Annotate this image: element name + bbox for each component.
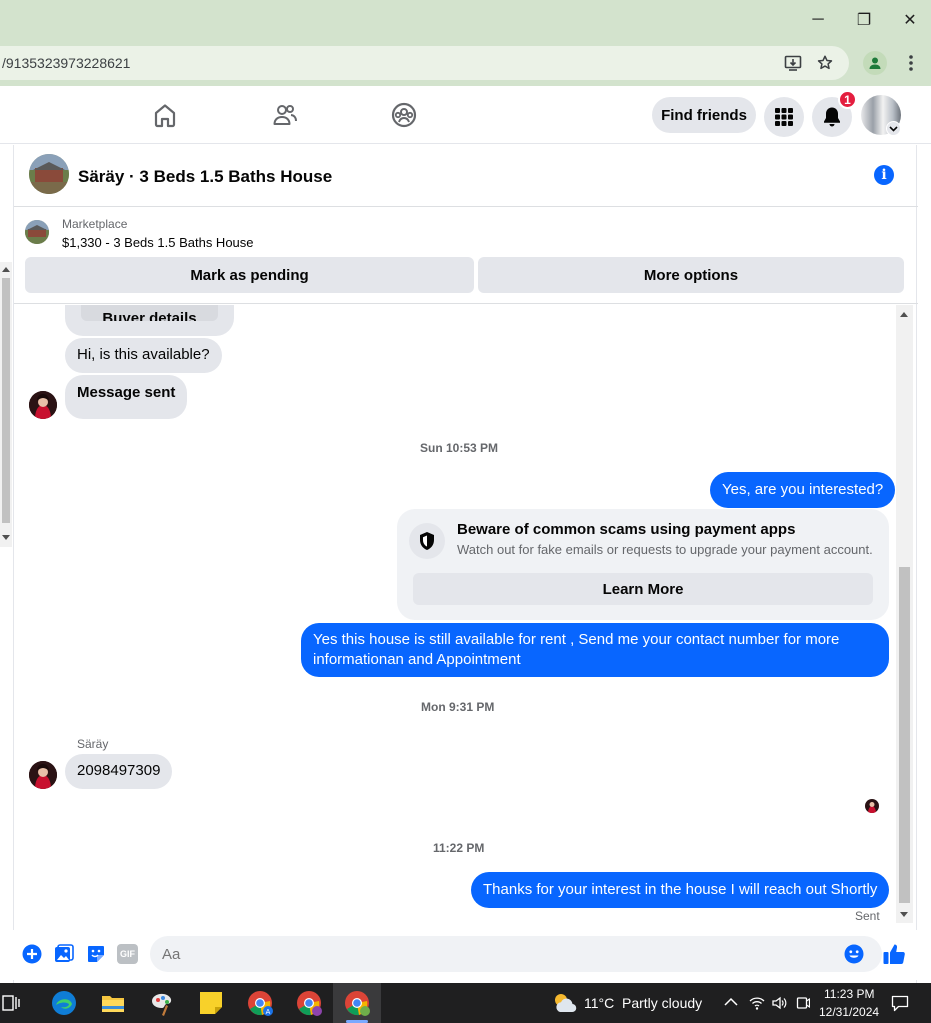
- chrome-profile-b-icon[interactable]: [295, 989, 323, 1017]
- chat-header: Säräy · 3 Beds 1.5 Baths House i: [14, 145, 918, 207]
- message-composer: GIF: [13, 930, 917, 980]
- groups-icon[interactable]: [391, 102, 417, 128]
- weather-description[interactable]: Partly cloudy: [622, 995, 702, 1011]
- clock-time[interactable]: 11:23 PM: [824, 987, 874, 1001]
- scroll-down-arrow-icon[interactable]: [900, 912, 908, 918]
- listing-description[interactable]: $1,330 - 3 Beds 1.5 Baths House: [62, 235, 254, 250]
- paint-app-icon[interactable]: [148, 989, 176, 1017]
- outgoing-message[interactable]: Yes this house is still available for re…: [301, 623, 889, 677]
- bookmark-star-icon[interactable]: [816, 54, 834, 72]
- clock-date[interactable]: 12/31/2024: [819, 1005, 879, 1019]
- timestamp: Sun 10:53 PM: [420, 441, 499, 455]
- thumbs-up-icon[interactable]: [882, 942, 906, 966]
- message-input[interactable]: [150, 936, 882, 972]
- apps-grid-icon: [775, 108, 793, 126]
- profile-icon[interactable]: [863, 51, 887, 75]
- listing-thumbnail[interactable]: [25, 220, 49, 244]
- scam-warning-text: Watch out for fake emails or requests to…: [457, 542, 873, 557]
- timestamp: 11:22 PM: [433, 841, 485, 855]
- more-options-button[interactable]: More options: [478, 257, 904, 293]
- incoming-message[interactable]: Message sent: [65, 375, 188, 419]
- sticker-icon[interactable]: [86, 944, 106, 964]
- weather-temperature[interactable]: 11°C: [584, 995, 614, 1011]
- shield-icon: [409, 523, 445, 559]
- sticky-notes-icon[interactable]: [197, 989, 225, 1017]
- find-friends-button[interactable]: Find friends: [652, 97, 756, 133]
- scroll-up-arrow-icon[interactable]: [900, 311, 908, 317]
- browser-toolbar: /9135323973228621: [0, 40, 931, 86]
- file-explorer-icon[interactable]: [99, 989, 127, 1017]
- chrome-profile-c-icon[interactable]: [343, 989, 371, 1017]
- buyer-details-button[interactable]: Buyer details: [81, 305, 218, 321]
- learn-more-button[interactable]: Learn More: [413, 573, 873, 605]
- minimize-button[interactable]: ─: [795, 0, 841, 40]
- chat-scrollbar-thumb[interactable]: [899, 567, 910, 903]
- browser-menu-icon[interactable]: [903, 54, 919, 72]
- sender-avatar[interactable]: [29, 391, 57, 419]
- listing-category: Marketplace: [62, 217, 128, 231]
- message-status: Sent: [855, 909, 880, 923]
- friends-icon[interactable]: [272, 102, 298, 128]
- scam-warning-card: Beware of common scams using payment app…: [397, 509, 889, 620]
- photo-gallery-icon[interactable]: [54, 944, 74, 964]
- plus-circle-icon[interactable]: [22, 944, 42, 964]
- outgoing-message[interactable]: Yes, are you interested?: [710, 472, 896, 508]
- home-icon[interactable]: [152, 102, 178, 128]
- info-icon[interactable]: i: [874, 165, 894, 185]
- page-scrollbar[interactable]: [0, 262, 12, 547]
- address-bar[interactable]: /9135323973228621: [0, 46, 849, 80]
- wifi-icon[interactable]: [749, 995, 765, 1011]
- facebook-top-nav: Find friends 1: [0, 86, 931, 144]
- incoming-message[interactable]: 2098497309: [65, 754, 173, 789]
- chat-scrollbar[interactable]: [896, 305, 913, 923]
- listing-banner: Marketplace $1,330 - 3 Beds 1.5 Baths Ho…: [14, 207, 918, 304]
- chevron-down-icon[interactable]: [886, 121, 901, 136]
- conversation-avatar[interactable]: [29, 154, 69, 194]
- seen-indicator-avatar: [865, 799, 879, 813]
- bell-icon: [824, 107, 840, 127]
- sender-avatar[interactable]: [29, 761, 57, 789]
- chevron-up-icon[interactable]: [724, 997, 738, 1007]
- svg-text:A: A: [266, 1009, 271, 1016]
- chrome-profile-a-icon[interactable]: A: [246, 989, 274, 1017]
- scroll-up-arrow-icon[interactable]: [2, 266, 10, 272]
- emoji-icon[interactable]: [844, 944, 864, 964]
- windows-taskbar: A 11°C Partly cloudy 11:23 PM 12/31/2024: [0, 983, 931, 1023]
- page-scrollbar-thumb[interactable]: [2, 278, 10, 523]
- task-view-icon[interactable]: [2, 994, 20, 1012]
- meet-now-icon[interactable]: [796, 995, 810, 1011]
- sender-name: Säräy: [77, 737, 109, 751]
- buyer-details-label: Buyer details: [102, 310, 197, 321]
- restore-button[interactable]: ❐: [841, 0, 887, 40]
- volume-icon[interactable]: [771, 995, 787, 1011]
- menu-button[interactable]: [764, 97, 804, 137]
- install-app-icon[interactable]: [784, 54, 802, 72]
- chat-title[interactable]: Säräy · 3 Beds 1.5 Baths House: [78, 167, 332, 187]
- incoming-message[interactable]: Hi, is this available?: [65, 338, 222, 373]
- window-title-bar: ─ ❐ ✕: [0, 0, 931, 40]
- close-window-button[interactable]: ✕: [887, 0, 931, 40]
- gif-icon[interactable]: GIF: [117, 944, 138, 964]
- partly-cloudy-icon[interactable]: [551, 990, 577, 1016]
- url-text[interactable]: /9135323973228621: [2, 55, 130, 71]
- timestamp: Mon 9:31 PM: [421, 700, 495, 714]
- mark-as-pending-button[interactable]: Mark as pending: [25, 257, 474, 293]
- notification-badge: 1: [838, 90, 857, 109]
- notification-center-icon[interactable]: [891, 995, 909, 1012]
- edge-browser-icon[interactable]: [50, 989, 78, 1017]
- partial-message-card: Buyer details: [65, 305, 234, 336]
- outgoing-message[interactable]: Thanks for your interest in the house I …: [471, 872, 890, 908]
- scroll-down-arrow-icon[interactable]: [2, 535, 10, 541]
- scam-warning-title: Beware of common scams using payment app…: [457, 521, 796, 538]
